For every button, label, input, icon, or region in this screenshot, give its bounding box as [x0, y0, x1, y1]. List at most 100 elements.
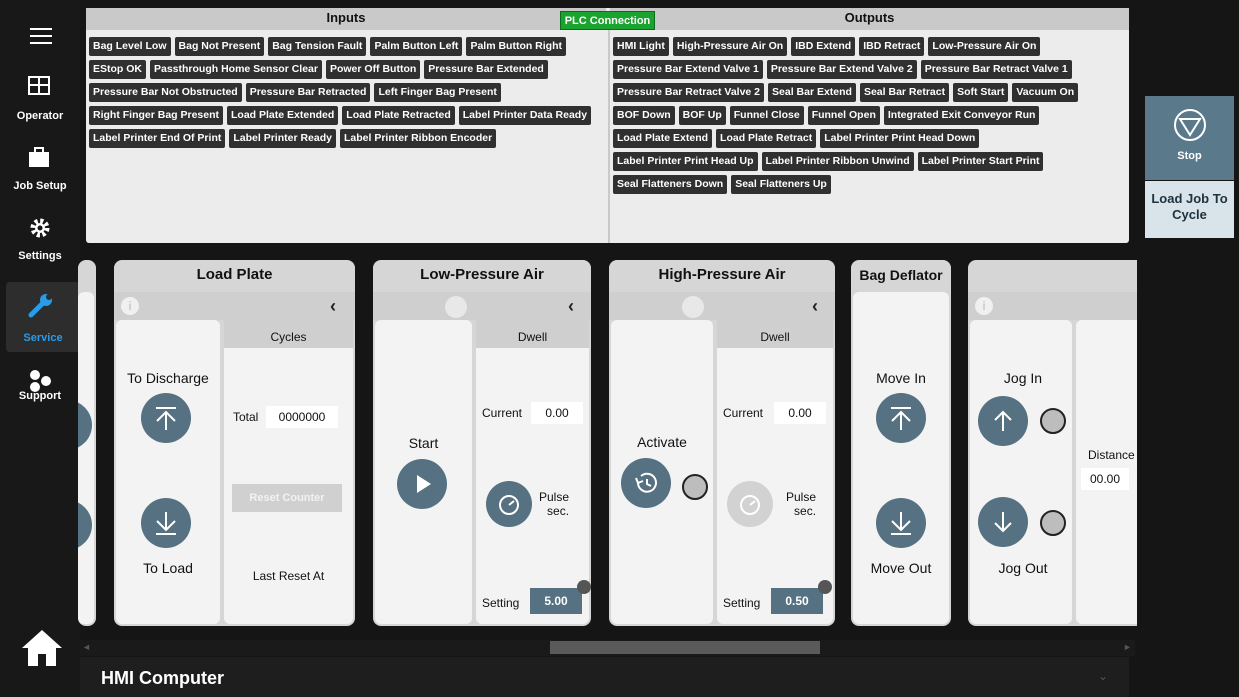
io-tag: Load Plate Retracted: [342, 106, 455, 125]
io-tag: Pressure Bar Extend Valve 2: [766, 60, 917, 79]
activate-label: Activate: [637, 434, 687, 450]
plc-connection-badge: PLC Connection: [560, 11, 655, 30]
pulse-button[interactable]: [486, 481, 532, 527]
activate-button[interactable]: [621, 458, 671, 508]
jog-card: i Jog In Jog Out Distance 00.00: [968, 260, 1137, 626]
nav-label: Support: [18, 390, 62, 402]
chevron-down-icon[interactable]: ⌄: [1098, 669, 1108, 683]
nav-label: Operator: [16, 110, 64, 122]
to-load-button[interactable]: [141, 498, 191, 548]
pulse-label: Pulse sec.: [539, 490, 570, 518]
start-button[interactable]: [397, 459, 447, 509]
io-tag: Bag Tension Fault: [268, 37, 367, 56]
stop-button[interactable]: Stop: [1145, 96, 1234, 180]
move-in-button[interactable]: [876, 393, 926, 443]
io-tag: Passthrough Home Sensor Clear: [150, 60, 322, 79]
io-tag: Vacuum On: [1012, 83, 1079, 102]
outputs-header: Outputs: [610, 8, 1129, 30]
jog-in-button[interactable]: [978, 396, 1028, 446]
io-tag: BOF Down: [613, 106, 675, 125]
bag-deflator-card: Bag Deflator Move In Move Out: [851, 260, 951, 626]
move-out-label: Move Out: [870, 560, 932, 576]
pulse-label: Pulse sec.: [786, 490, 817, 518]
edit-icon[interactable]: [577, 580, 591, 594]
move-out-button[interactable]: [876, 498, 926, 548]
io-tag: Soft Start: [953, 83, 1009, 102]
nav-service[interactable]: Service: [6, 282, 80, 352]
reset-counter-button[interactable]: Reset Counter: [232, 484, 342, 512]
jog-out-indicator: [1040, 510, 1066, 536]
io-tag: Label Printer Print Head Down: [820, 129, 980, 148]
scroll-right-arrow[interactable]: ►: [1123, 642, 1132, 652]
setting-label: Setting: [723, 596, 761, 610]
timer-icon: [740, 495, 760, 515]
load-job-button[interactable]: Load Job To Cycle: [1145, 181, 1234, 238]
arrow-down-icon: [994, 512, 1012, 533]
setting-value[interactable]: 5.00: [530, 588, 582, 614]
support-icon: [30, 370, 51, 392]
io-tag: Load Plate Extended: [227, 106, 339, 125]
home-icon[interactable]: [20, 628, 64, 673]
status-indicator: [682, 474, 708, 500]
scroll-left-arrow[interactable]: ◄: [82, 642, 91, 652]
dwell-label: Dwell: [760, 330, 790, 344]
nav-settings[interactable]: Settings: [0, 206, 80, 270]
jog-in-indicator: [1040, 408, 1066, 434]
dwell-label: Dwell: [517, 330, 548, 344]
outputs-list: HMI Light High-Pressure Air On IBD Extend I…: [613, 37, 1127, 194]
total-value: 0000000: [266, 406, 338, 428]
card-title: Load Plate: [196, 266, 273, 283]
distance-value: 00.00: [1081, 468, 1129, 490]
menu-icon[interactable]: [30, 28, 52, 44]
io-tag: Seal Bar Retract: [859, 83, 950, 102]
left-nav: Operator Job Setup Settings Service Supp…: [0, 0, 80, 697]
distance-label: Distance: [1088, 448, 1135, 462]
move-in-label: Move In: [876, 370, 926, 386]
collapse-chevron-icon[interactable]: ‹: [568, 296, 574, 317]
io-tag: Left Finger Bag Present: [374, 83, 501, 102]
io-tag: IBD Retract: [859, 37, 925, 56]
io-tag: Funnel Open: [807, 106, 880, 125]
current-value: 0.00: [531, 402, 583, 424]
to-discharge-button[interactable]: [141, 393, 191, 443]
io-tag: Seal Flatteners Up: [731, 175, 831, 194]
start-label: Start: [408, 435, 439, 451]
io-panel: Inputs Outputs Bag Level Low Bag Not Pres…: [86, 8, 1129, 243]
gear-icon[interactable]: [682, 296, 704, 318]
io-tag: EStop OK: [89, 60, 146, 79]
partial-card-left: [78, 260, 96, 626]
io-tag: Load Plate Extend: [613, 129, 713, 148]
info-icon[interactable]: i: [121, 297, 139, 315]
io-tag: HMI Light: [613, 37, 669, 56]
inputs-list: Bag Level Low Bag Not Present Bag Tension …: [89, 37, 606, 148]
arrow-up-bar-icon: [156, 407, 176, 430]
io-tag: Low-Pressure Air On: [928, 37, 1041, 56]
nav-job-setup[interactable]: Job Setup: [0, 136, 80, 200]
io-tag: Seal Bar Extend: [768, 83, 856, 102]
inputs-header: Inputs: [86, 8, 606, 30]
pulse-button[interactable]: [727, 481, 773, 527]
io-tag: IBD Extend: [791, 37, 856, 56]
card-title: Low-Pressure Air: [420, 266, 544, 283]
gear-icon[interactable]: [445, 296, 467, 318]
current-label: Current: [482, 406, 523, 420]
info-icon[interactable]: i: [975, 297, 993, 315]
inputs-title: Inputs: [326, 10, 366, 25]
scroll-thumb[interactable]: [550, 641, 820, 654]
jog-out-button[interactable]: [978, 497, 1028, 547]
high-pressure-air-card: High-Pressure Air ‹ Dwell Activate Curre…: [609, 260, 835, 626]
horizontal-scrollbar[interactable]: ◄ ►: [80, 640, 1135, 656]
io-tag: High-Pressure Air On: [672, 37, 788, 56]
total-label: Total: [233, 410, 259, 424]
edit-icon[interactable]: [818, 580, 832, 594]
io-tag: Label Printer Ribbon Encoder: [339, 129, 497, 148]
collapse-chevron-icon[interactable]: ‹: [330, 296, 336, 317]
arrow-down-bar-icon: [891, 512, 911, 535]
io-tag: Seal Flatteners Down: [613, 175, 728, 194]
io-tag: Label Printer Ready: [229, 129, 336, 148]
nav-support[interactable]: Support: [0, 360, 80, 424]
nav-label: Service: [23, 332, 63, 344]
nav-operator[interactable]: Operator: [0, 66, 80, 130]
setting-value[interactable]: 0.50: [771, 588, 823, 614]
collapse-chevron-icon[interactable]: ‹: [812, 296, 818, 317]
